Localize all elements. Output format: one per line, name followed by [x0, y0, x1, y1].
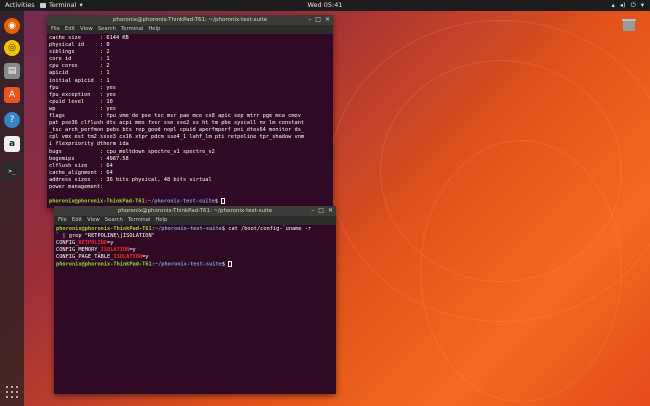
output-line: cpu cores : 2: [49, 63, 110, 70]
menu-terminal[interactable]: Terminal: [121, 25, 143, 34]
menu-view[interactable]: View: [87, 216, 100, 225]
prompt-line: phoronix@phoronix-ThinkPad-T61:~/phoroni…: [56, 261, 334, 269]
menu-view[interactable]: View: [80, 25, 93, 34]
output-line: initial apicid : 1: [49, 77, 110, 84]
terminal-menubar: File Edit View Search Terminal Help: [54, 216, 336, 225]
output-line: core id : 1: [49, 56, 110, 63]
terminal-window-back[interactable]: phoronix@phoronix-ThinkPad-T61: ~/phoron…: [47, 15, 333, 208]
software-icon[interactable]: A: [4, 87, 20, 103]
terminal-titlebar[interactable]: phoronix@phoronix-ThinkPad-T61: ~/phoron…: [47, 15, 333, 25]
command-text: cat /boot/config-`uname -r: [228, 226, 312, 232]
prompt-line: phoronix@phoronix-ThinkPad-T61:~/phoroni…: [49, 198, 331, 206]
top-bar: Activities Terminal ▾ Wed 05:41 ▴ ◂) ⏻ ▾: [0, 0, 650, 11]
prompt-path: ~/phoronix-test-suite: [154, 226, 222, 232]
output-line: CONFIG_MEMORY_ISOLATION=y: [56, 247, 334, 254]
output-line: cpuid level : 10: [49, 98, 113, 105]
output-line: cpl vmx est tm2 ssse3 cx16 xtpr pdcm sse…: [49, 134, 305, 141]
minimize-icon[interactable]: –: [308, 15, 311, 25]
menu-edit[interactable]: Edit: [72, 216, 82, 225]
minimize-icon[interactable]: –: [311, 206, 314, 216]
help-icon[interactable]: ?: [4, 112, 20, 128]
prompt-path: ~/phoronix-test-suite: [154, 261, 222, 268]
amazon-icon[interactable]: a: [4, 136, 20, 152]
output-line: physical id : 0: [49, 42, 110, 49]
chevron-down-icon: ▾: [640, 1, 644, 9]
terminal-titlebar[interactable]: phoronix@phoronix-ThinkPad-T61: ~/phoron…: [54, 206, 336, 216]
output-line: bugs : cpu_meltdown spectre_v1 spectre_v…: [49, 148, 215, 155]
output-text: CONFIG_PAGE_TABLE_: [56, 254, 114, 261]
show-applications-icon[interactable]: [6, 386, 18, 398]
output-text: CONFIG_MEMORY_: [56, 247, 101, 254]
output-line: siblings : 2: [49, 49, 110, 56]
firefox-icon[interactable]: ◉: [4, 18, 20, 34]
output-line: _tsc arch_perfmon pebs bts rep_good nopl…: [49, 127, 305, 134]
output-text: =y: [107, 240, 114, 247]
network-icon: ▴: [611, 1, 615, 9]
output-line: clflush size : 64: [49, 162, 113, 169]
command-continuation: ` | grep "RETPOLINE\|ISOLATION": [56, 233, 334, 240]
trash-icon[interactable]: [620, 18, 638, 32]
menu-edit[interactable]: Edit: [65, 25, 75, 34]
window-title: phoronix@phoronix-ThinkPad-T61: ~/phoron…: [117, 208, 273, 214]
terminal-window-front[interactable]: phoronix@phoronix-ThinkPad-T61: ~/phoron…: [54, 206, 336, 394]
grep-match: ISOLATION: [113, 254, 143, 261]
output-line: apicid : 1: [49, 70, 110, 77]
menu-terminal[interactable]: Terminal: [128, 216, 150, 225]
window-title: phoronix@phoronix-ThinkPad-T61: ~/phoron…: [112, 17, 268, 23]
menu-file[interactable]: File: [51, 25, 60, 34]
close-icon[interactable]: ✕: [328, 206, 333, 216]
output-line: wp : yes: [49, 105, 116, 112]
terminal-output[interactable]: phoronix@phoronix-ThinkPad-T61:~/phoroni…: [54, 225, 336, 270]
close-icon[interactable]: ✕: [325, 15, 330, 25]
output-line: cache size : 6144 KB: [49, 35, 129, 41]
clock[interactable]: Wed 05:41: [0, 0, 650, 11]
command-text-cont: ` | grep "RETPOLINE\|ISOLATION": [56, 233, 155, 240]
output-text: CONFIG_: [56, 240, 79, 247]
maximize-icon[interactable]: □: [318, 206, 324, 216]
text-cursor: [221, 198, 225, 205]
output-line: pat pse36 clflush dts acpi mmx fxsr sse …: [49, 120, 305, 127]
menu-help[interactable]: Help: [155, 216, 167, 225]
maximize-icon[interactable]: □: [315, 15, 321, 25]
output-line: CONFIG_PAGE_TABLE_ISOLATION=y: [56, 254, 334, 261]
menu-search[interactable]: Search: [98, 25, 116, 34]
output-line: fpu : yes: [49, 84, 116, 91]
menu-file[interactable]: File: [58, 216, 67, 225]
output-line: cache_alignment : 64: [49, 169, 113, 176]
menu-search[interactable]: Search: [105, 216, 123, 225]
output-line: power management:: [49, 183, 104, 190]
terminal-menubar: File Edit View Search Terminal Help: [47, 25, 333, 34]
volume-icon: ◂): [619, 1, 626, 9]
output-line: fpu_exception : yes: [49, 91, 116, 98]
prompt-user: phoronix@phoronix-ThinkPad-T61: [56, 226, 152, 232]
output-line: flags : fpu vme de pse tsc msr pae mce c…: [49, 113, 301, 120]
text-cursor: [228, 261, 232, 268]
terminal-icon[interactable]: >_: [4, 163, 20, 179]
rhythmbox-icon[interactable]: ◎: [4, 40, 20, 56]
output-text: =y: [129, 247, 136, 254]
command-line: phoronix@phoronix-ThinkPad-T61:~/phoroni…: [56, 226, 334, 233]
wallpaper-swirl: [420, 140, 622, 402]
output-line: bogomips : 4987.58: [49, 155, 129, 162]
output-text: =y: [142, 254, 149, 261]
prompt-user: phoronix@phoronix-ThinkPad-T61: [49, 198, 145, 205]
grep-match: ISOLATION: [100, 247, 130, 254]
files-icon[interactable]: ▤: [4, 63, 20, 79]
grep-match: RETPOLINE: [78, 240, 108, 247]
terminal-output[interactable]: cache size : 6144 KB physical id : 0 sibli…: [47, 34, 333, 207]
output-line: CONFIG_RETPOLINE=y: [56, 240, 334, 247]
output-line: address sizes : 36 bits physical, 48 bit…: [49, 176, 212, 183]
menu-help[interactable]: Help: [148, 25, 160, 34]
output-line: i flexpriority dtherm ida: [49, 141, 129, 148]
dock: ◉ ◎ ▤ A ? a >_: [0, 11, 24, 406]
power-icon: ⏻: [630, 1, 636, 9]
system-menu[interactable]: ▴ ◂) ⏻ ▾: [612, 0, 645, 11]
prompt-user: phoronix@phoronix-ThinkPad-T61: [56, 261, 152, 268]
prompt-path: ~/phoronix-test-suite: [147, 198, 215, 205]
